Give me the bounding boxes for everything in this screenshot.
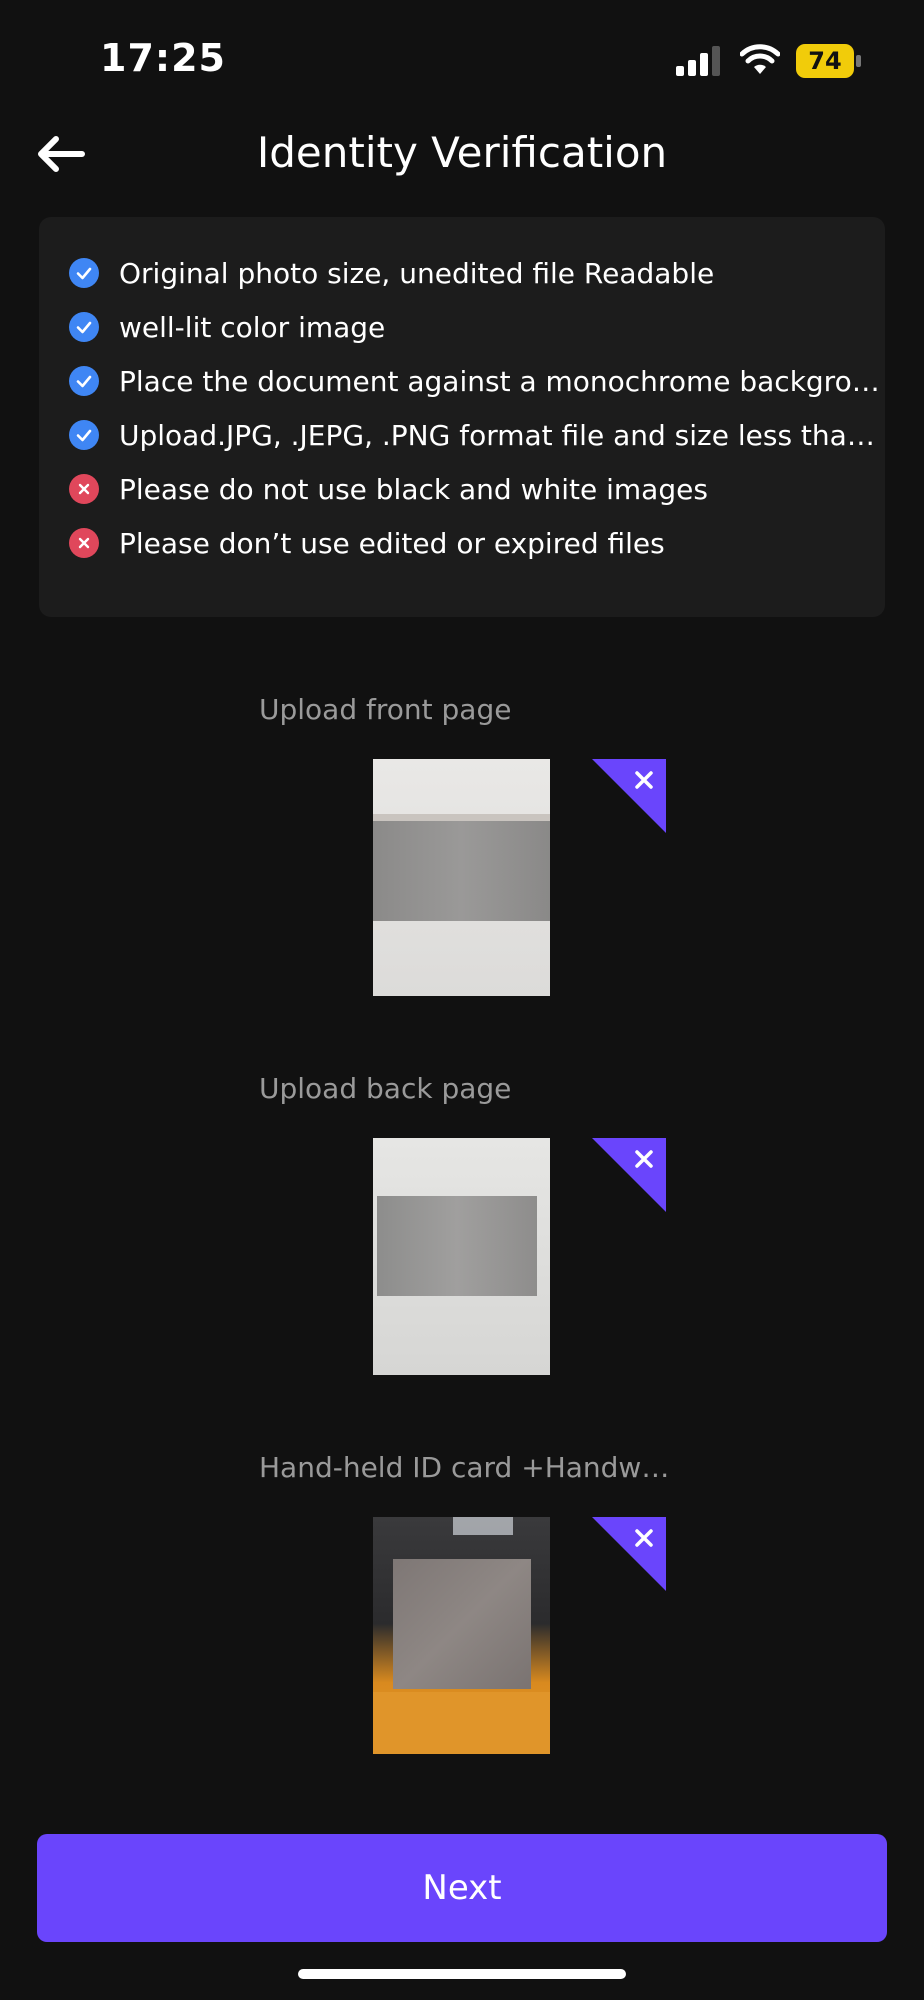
upload-back-label: Upload back page (259, 1072, 512, 1105)
wifi-icon (740, 44, 780, 74)
battery-level: 74 (796, 44, 854, 78)
error-circle-icon (69, 528, 99, 558)
requirement-item: Please don’t use edited or expired files (69, 523, 889, 563)
battery-icon: 74 (796, 44, 862, 78)
requirement-text: Original photo size, unedited file Reada… (119, 256, 715, 290)
check-circle-icon (69, 420, 99, 450)
home-indicator (298, 1969, 626, 1979)
check-circle-icon (69, 258, 99, 288)
requirement-text: Please do not use black and white images (119, 472, 708, 506)
cellular-signal-icon (676, 46, 722, 76)
status-bar: 17:25 74 (0, 0, 924, 110)
requirement-item: Please do not use black and white images (69, 469, 889, 509)
requirement-item: Place the document against a monochrome … (69, 361, 889, 401)
upload-front-label: Upload front page (259, 693, 512, 726)
requirement-item: well-lit color image (69, 307, 889, 347)
error-circle-icon (69, 474, 99, 504)
check-circle-icon (69, 312, 99, 342)
status-time: 17:25 (100, 36, 226, 80)
upload-handheld-label: Hand-held ID card +Handw… (259, 1451, 670, 1484)
handheld-id-thumbnail[interactable] (373, 1517, 550, 1754)
requirement-text: Place the document against a monochrome … (119, 364, 889, 398)
requirement-item: Original photo size, unedited file Reada… (69, 253, 889, 293)
front-page-thumbnail[interactable] (373, 759, 550, 996)
check-circle-icon (69, 366, 99, 396)
back-page-thumbnail[interactable] (373, 1138, 550, 1375)
requirement-text: well-lit color image (119, 310, 386, 344)
header: Identity Verification (0, 110, 924, 200)
requirements-card: Original photo size, unedited file Reada… (39, 217, 889, 617)
page-title: Identity Verification (256, 128, 668, 177)
next-button[interactable]: Next (37, 1834, 887, 1942)
next-button-label: Next (422, 1868, 502, 1908)
requirement-item: Upload.JPG, .JEPG, .PNG format file and … (69, 415, 889, 455)
delete-back-button[interactable] (592, 1138, 666, 1212)
requirement-text: Upload.JPG, .JEPG, .PNG format file and … (119, 418, 889, 452)
delete-handheld-button[interactable] (592, 1517, 666, 1591)
requirement-text: Please don’t use edited or expired files (119, 526, 665, 560)
delete-front-button[interactable] (592, 759, 666, 833)
